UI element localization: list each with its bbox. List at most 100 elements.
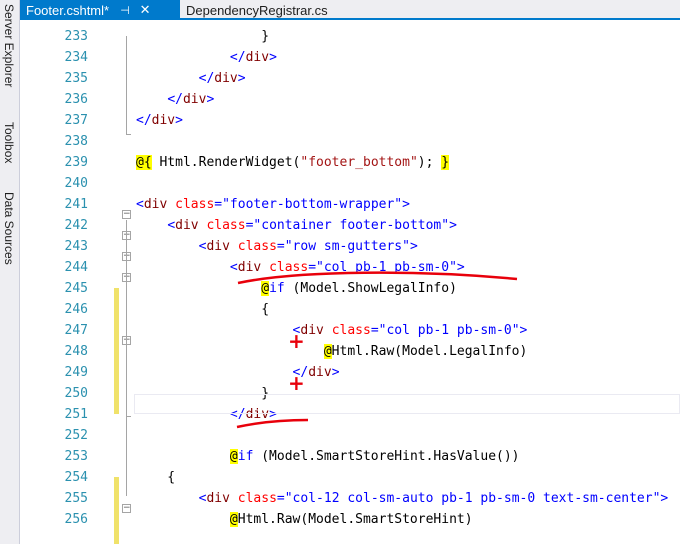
code-token: ="col pb-1 pb-sm-0"> bbox=[370, 323, 528, 338]
code-line[interactable]: 243 <div class="row sm-gutters"> bbox=[20, 236, 680, 257]
code-token: div bbox=[175, 218, 199, 233]
fold-guide bbox=[126, 36, 127, 134]
code-line[interactable]: 254 { bbox=[20, 467, 680, 488]
code-token: div bbox=[151, 113, 176, 128]
code-token: Html.Raw(Model.SmartStoreHint) bbox=[237, 512, 473, 527]
tab-title: Footer.cshtml* bbox=[26, 2, 110, 18]
fold-guide bbox=[126, 416, 131, 417]
code-line[interactable]: 246 { bbox=[20, 299, 680, 320]
code-token: </ bbox=[198, 71, 215, 86]
current-line-highlight bbox=[134, 394, 680, 414]
side-tool-strip: Server Explorer Toolbox Data Sources bbox=[0, 0, 20, 544]
side-tab-toolbox[interactable]: Toolbox bbox=[2, 122, 16, 163]
tab-dependency-registrar[interactable]: DependencyRegistrar.cs bbox=[186, 0, 328, 20]
code-line[interactable]: 239 @{ Html.RenderWidget("footer_bottom")… bbox=[20, 152, 680, 173]
pin-icon[interactable]: ⊣ bbox=[119, 4, 131, 17]
code-text: <div class="footer-bottom-wrapper"> bbox=[136, 194, 410, 215]
code-token: ="container footer-bottom"> bbox=[245, 218, 457, 233]
change-indicator bbox=[114, 288, 119, 414]
line-number: 250 bbox=[64, 386, 88, 401]
code-text: @{ Html.RenderWidget("footer_bottom"); } bbox=[136, 152, 450, 173]
code-token: > bbox=[331, 365, 340, 380]
code-token: Html.Raw(Model.LegalInfo) bbox=[331, 344, 528, 359]
code-token: } bbox=[136, 29, 270, 44]
code-text: { bbox=[136, 467, 175, 488]
code-token: @ bbox=[229, 449, 238, 464]
side-tab-data-sources[interactable]: Data Sources bbox=[2, 192, 16, 265]
line-number: 241 bbox=[64, 197, 88, 212]
line-number: 236 bbox=[64, 92, 88, 107]
code-token: if bbox=[237, 449, 254, 464]
tab-footer-cshtml[interactable]: Footer.cshtml* ⊣ ✕ bbox=[20, 0, 180, 20]
code-line[interactable]: 238 bbox=[20, 131, 680, 152]
code-editor[interactable]: 233 } 234 </div> 235 </div> 236 </div> 237 </… bbox=[20, 29, 680, 544]
code-token: < bbox=[229, 260, 238, 275]
code-line[interactable]: 256 @Html.Raw(Model.SmartStoreHint) bbox=[20, 509, 680, 530]
line-number: 237 bbox=[64, 113, 88, 128]
code-line[interactable]: 240 bbox=[20, 173, 680, 194]
code-token: if bbox=[269, 281, 285, 296]
code-line[interactable]: 237 </div> bbox=[20, 110, 680, 131]
code-token: > bbox=[206, 92, 215, 107]
code-line[interactable]: 253 @if (Model.SmartStoreHint.HasValue()… bbox=[20, 446, 680, 467]
code-line[interactable]: 244 <div class="col pb-1 pb-sm-0"> bbox=[20, 257, 680, 278]
code-token: div bbox=[245, 50, 270, 65]
code-line[interactable]: 241 <div class="footer-bottom-wrapper"> bbox=[20, 194, 680, 215]
code-token: div bbox=[143, 197, 168, 212]
code-token: @{ bbox=[136, 155, 152, 170]
line-number: 244 bbox=[64, 260, 88, 275]
code-token: div bbox=[206, 491, 230, 506]
line-number: 248 bbox=[64, 344, 88, 359]
code-line[interactable]: 234 </div> bbox=[20, 47, 680, 68]
code-token: > bbox=[269, 50, 277, 65]
code-token: ="row sm-gutters"> bbox=[276, 239, 418, 254]
code-token: @ bbox=[261, 281, 270, 296]
code-token: class bbox=[237, 491, 277, 506]
code-line[interactable]: 247 <div class="col pb-1 pb-sm-0"> bbox=[20, 320, 680, 341]
code-line[interactable]: 252 bbox=[20, 425, 680, 446]
code-token: ); bbox=[417, 155, 442, 170]
code-text: <div class="col pb-1 pb-sm-0"> bbox=[136, 257, 465, 278]
side-tab-server-explorer[interactable]: Server Explorer bbox=[2, 4, 16, 87]
code-token: div bbox=[206, 239, 230, 254]
code-line[interactable]: 249 </div> bbox=[20, 362, 680, 383]
code-text: </div> bbox=[136, 68, 246, 89]
code-token: < bbox=[136, 197, 144, 212]
code-text: </div> bbox=[136, 362, 340, 383]
fold-guide bbox=[126, 220, 127, 496]
line-number: 240 bbox=[64, 176, 88, 191]
code-token: </ bbox=[167, 92, 183, 107]
code-token: ="col pb-1 pb-sm-0"> bbox=[308, 260, 465, 275]
code-line[interactable]: 245 @if (Model.ShowLegalInfo) bbox=[20, 278, 680, 299]
code-text: <div class="row sm-gutters"> bbox=[136, 236, 418, 257]
code-line[interactable]: 236 </div> bbox=[20, 89, 680, 110]
code-token: class bbox=[206, 218, 246, 233]
added-plus-icon: + bbox=[288, 329, 305, 353]
code-text: { bbox=[136, 299, 269, 320]
code-text: <div class="container footer-bottom"> bbox=[136, 215, 457, 236]
fold-toggle-icon[interactable]: − bbox=[122, 504, 131, 513]
code-text: </div> bbox=[136, 110, 183, 131]
code-token: > bbox=[175, 113, 183, 128]
code-token: div bbox=[214, 71, 238, 86]
fold-toggle-icon[interactable]: − bbox=[122, 210, 131, 219]
code-token: </ bbox=[136, 113, 152, 128]
code-token: div bbox=[237, 260, 262, 275]
code-token: </ bbox=[229, 50, 246, 65]
code-line[interactable]: 248 @Html.Raw(Model.LegalInfo) bbox=[20, 341, 680, 362]
close-icon[interactable]: ✕ bbox=[139, 2, 151, 18]
code-line[interactable]: 255 <div class="col-12 col-sm-auto pb-1 … bbox=[20, 488, 680, 509]
code-text: @if (Model.SmartStoreHint.HasValue()) bbox=[136, 446, 520, 467]
code-line[interactable]: 233 } bbox=[20, 26, 680, 47]
code-token: div bbox=[308, 365, 332, 380]
document-tab-bar: Footer.cshtml* ⊣ ✕ DependencyRegistrar.c… bbox=[20, 0, 680, 20]
code-line[interactable]: 235 </div> bbox=[20, 68, 680, 89]
code-line[interactable]: 242 <div class="container footer-bottom"… bbox=[20, 215, 680, 236]
added-plus-icon: + bbox=[288, 371, 305, 395]
line-number: 249 bbox=[64, 365, 88, 380]
